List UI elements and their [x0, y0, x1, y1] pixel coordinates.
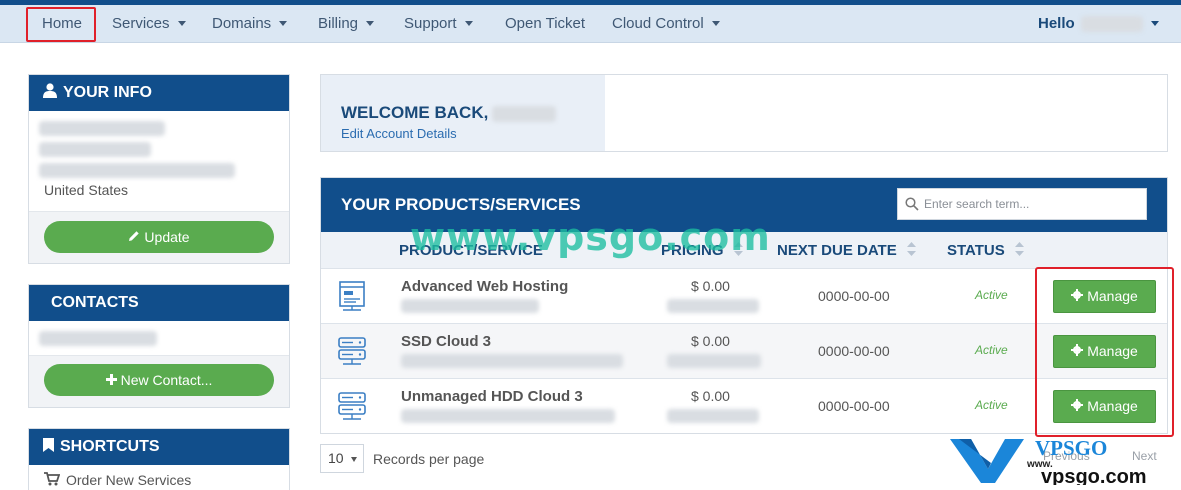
redacted-address — [39, 121, 235, 178]
server-icon — [338, 392, 366, 420]
pagination-previous[interactable]: Previous — [1043, 449, 1090, 463]
cart-icon — [44, 472, 61, 486]
product-due-date: 0000-00-00 — [818, 398, 890, 414]
product-due-date: 0000-00-00 — [818, 343, 890, 359]
web-hosting-icon — [339, 281, 365, 311]
logo-url: vpsgo.com — [1041, 466, 1147, 485]
update-label: Update — [144, 229, 190, 245]
table-header-row: PRODUCT/SERVICE PRICING NEXT DUE DATE ST… — [321, 232, 1167, 269]
product-price: $ 0.00 — [691, 333, 730, 349]
column-due-label: NEXT DUE DATE — [777, 242, 897, 259]
redacted-username — [1080, 16, 1143, 33]
welcome-title-text: WELCOME BACK, — [341, 103, 489, 122]
records-per-page-value: 10 — [328, 450, 344, 466]
contacts-header: CONTACTS — [29, 285, 289, 321]
your-info-header: YOUR INFO — [29, 75, 289, 111]
redacted-cycle — [667, 354, 761, 368]
redacted-contact — [39, 331, 157, 346]
info-country: United States — [44, 182, 129, 198]
product-name: Advanced Web Hosting — [401, 278, 569, 295]
edit-account-link[interactable]: Edit Account Details — [341, 126, 457, 141]
main-navbar: Home Services Domains Billing Support Op… — [0, 5, 1181, 43]
pencil-icon — [129, 231, 140, 242]
shortcut-order-new-services[interactable]: Order New Services — [44, 472, 191, 488]
redacted-cycle — [667, 409, 759, 423]
welcome-title: WELCOME BACK, — [341, 103, 557, 123]
records-per-page-select[interactable]: 10 — [320, 444, 364, 473]
plus-icon — [105, 373, 117, 385]
user-icon — [43, 83, 57, 99]
search-box — [897, 188, 1147, 220]
product-price: $ 0.00 — [691, 388, 730, 404]
nav-domains-label: Domains — [212, 15, 272, 32]
home-highlight-box — [26, 7, 96, 42]
nav-cloud-control-label: Cloud Control — [612, 15, 704, 32]
column-status[interactable]: STATUS — [947, 242, 1024, 259]
product-due-date: 0000-00-00 — [818, 288, 890, 304]
your-info-title: YOUR INFO — [63, 84, 152, 101]
new-contact-button[interactable]: New Contact... — [44, 364, 274, 396]
column-status-label: STATUS — [947, 242, 1005, 259]
update-button[interactable]: Update — [44, 221, 274, 253]
chevron-down-icon — [351, 457, 357, 462]
redacted-domain — [401, 354, 623, 368]
status-badge: Active — [975, 343, 1008, 357]
product-name: SSD Cloud 3 — [401, 333, 492, 350]
your-info-panel: YOUR INFO United States Update — [28, 74, 290, 264]
status-badge: Active — [975, 288, 1008, 302]
nav-support[interactable]: Support — [404, 10, 473, 40]
shortcut-label: Order New Services — [66, 472, 192, 488]
product-price: $ 0.00 — [691, 278, 730, 294]
redacted-cycle — [667, 299, 759, 313]
welcome-card: WELCOME BACK, Edit Account Details — [320, 74, 1168, 152]
chevron-down-icon — [711, 20, 720, 26]
chevron-down-icon — [366, 20, 375, 26]
column-product[interactable]: PRODUCT/SERVICE — [399, 242, 543, 259]
nav-billing[interactable]: Billing — [318, 10, 375, 40]
column-product-label: PRODUCT/SERVICE — [399, 242, 543, 259]
shortcuts-panel: SHORTCUTS Order New Services — [28, 428, 290, 490]
sort-icon — [733, 242, 743, 257]
bookmark-icon — [43, 437, 54, 452]
nav-open-ticket[interactable]: Open Ticket — [505, 10, 585, 40]
nav-services[interactable]: Services — [112, 10, 186, 40]
product-name: Unmanaged HDD Cloud 3 — [401, 388, 583, 405]
nav-open-ticket-label: Open Ticket — [505, 15, 586, 32]
sort-icon — [906, 242, 916, 257]
records-per-page-label: Records per page — [373, 451, 485, 467]
nav-services-label: Services — [112, 15, 170, 32]
user-greeting: Hello — [1038, 15, 1075, 32]
chevron-down-icon — [464, 20, 473, 26]
column-next-due-date[interactable]: NEXT DUE DATE — [777, 242, 916, 259]
server-icon — [338, 337, 366, 365]
contacts-panel: CONTACTS New Contact... — [28, 284, 290, 408]
contacts-title: CONTACTS — [51, 294, 139, 311]
new-contact-label: New Contact... — [120, 372, 213, 388]
nav-domains[interactable]: Domains — [212, 10, 288, 40]
redacted-domain — [401, 299, 539, 313]
shortcuts-header: SHORTCUTS — [29, 429, 289, 465]
chevron-down-icon — [1150, 20, 1159, 26]
redacted-name — [492, 105, 557, 122]
search-icon — [905, 197, 919, 211]
user-menu[interactable]: Hello — [1038, 10, 1159, 40]
sort-icon — [1014, 242, 1024, 257]
chevron-down-icon — [177, 20, 186, 26]
pagination-next[interactable]: Next — [1132, 449, 1157, 463]
column-pricing[interactable]: PRICING — [661, 242, 743, 259]
status-badge: Active — [975, 398, 1008, 412]
column-pricing-label: PRICING — [661, 242, 724, 259]
nav-cloud-control[interactable]: Cloud Control — [612, 10, 720, 40]
nav-support-label: Support — [404, 15, 457, 32]
redacted-domain — [401, 409, 615, 423]
products-title: YOUR PRODUCTS/SERVICES — [341, 195, 581, 214]
chevron-down-icon — [279, 20, 288, 26]
shortcuts-title: SHORTCUTS — [60, 438, 160, 455]
products-header: YOUR PRODUCTS/SERVICES — [321, 178, 1167, 232]
nav-billing-label: Billing — [318, 15, 359, 32]
search-input[interactable] — [924, 189, 1144, 219]
manage-highlight-box — [1035, 267, 1174, 437]
